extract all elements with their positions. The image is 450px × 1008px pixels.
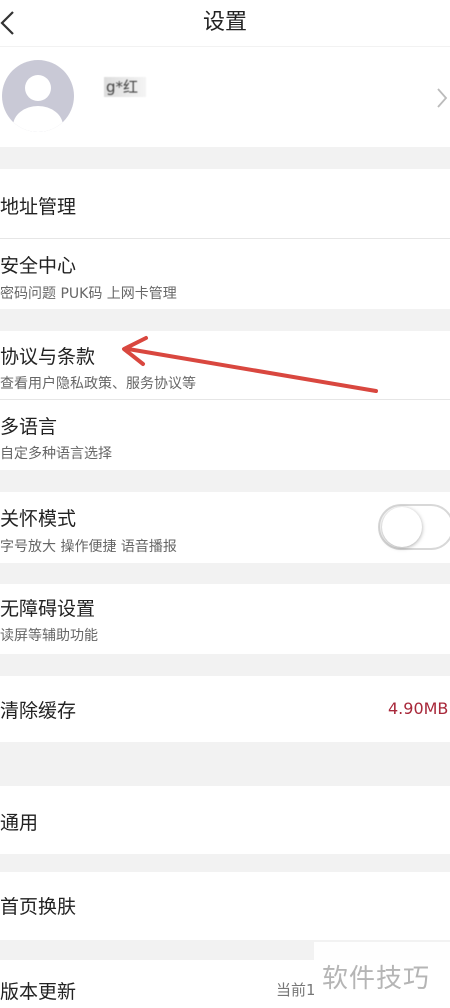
setting-clear-cache-title: 清除缓存: [0, 700, 77, 722]
cache-size-value: 4.90MB: [388, 699, 449, 718]
setting-general-title: 通用: [0, 812, 39, 834]
care-mode-toggle[interactable]: [378, 504, 450, 550]
toggle-knob: [382, 507, 422, 547]
setting-accessibility-title: 无障碍设置: [0, 598, 96, 620]
setting-security[interactable]: 安全中心 密码问题 PUK码 上网卡管理: [0, 239, 450, 309]
setting-care-mode[interactable]: 关怀模式 字号放大 操作便捷 语音播报: [0, 492, 450, 563]
chevron-right-icon[interactable]: [436, 87, 448, 109]
setting-language-title: 多语言: [0, 416, 58, 438]
setting-language-subtitle: 自定多种语言选择: [0, 446, 112, 462]
watermark-text: 软件技巧: [322, 964, 431, 994]
setting-accessibility[interactable]: 无障碍设置 读屏等辅助功能: [0, 584, 450, 654]
page-title: 设置: [202, 10, 247, 35]
setting-security-subtitle: 密码问题 PUK码 上网卡管理: [0, 286, 177, 302]
setting-address[interactable]: 地址管理: [0, 169, 450, 238]
setting-agreement-title: 协议与条款: [0, 346, 96, 368]
setting-clear-cache[interactable]: 清除缓存 4.90MB: [0, 676, 450, 742]
setting-language[interactable]: 多语言 自定多种语言选择: [0, 400, 450, 470]
setting-general[interactable]: 通用: [0, 786, 450, 854]
setting-care-mode-subtitle: 字号放大 操作便捷 语音播报: [0, 539, 177, 555]
setting-care-mode-title: 关怀模式: [0, 508, 77, 530]
setting-agreement-subtitle: 查看用户隐私政策、服务协议等: [0, 376, 196, 392]
setting-security-title: 安全中心: [0, 255, 77, 277]
avatar[interactable]: [2, 60, 74, 132]
setting-address-title: 地址管理: [0, 196, 77, 218]
setting-accessibility-subtitle: 读屏等辅助功能: [0, 628, 98, 644]
current-version-value: 当前1: [276, 981, 316, 999]
setting-skin-title: 首页换肤: [0, 896, 77, 918]
username: g*红: [104, 77, 147, 97]
profile-card[interactable]: g*红: [0, 47, 450, 147]
header-bar: 设置: [0, 0, 450, 46]
setting-update-title: 版本更新: [0, 981, 77, 1003]
setting-skin[interactable]: 首页换肤: [0, 872, 450, 940]
default-avatar-icon: [13, 75, 63, 132]
setting-agreement[interactable]: 协议与条款 查看用户隐私政策、服务协议等: [0, 331, 450, 399]
